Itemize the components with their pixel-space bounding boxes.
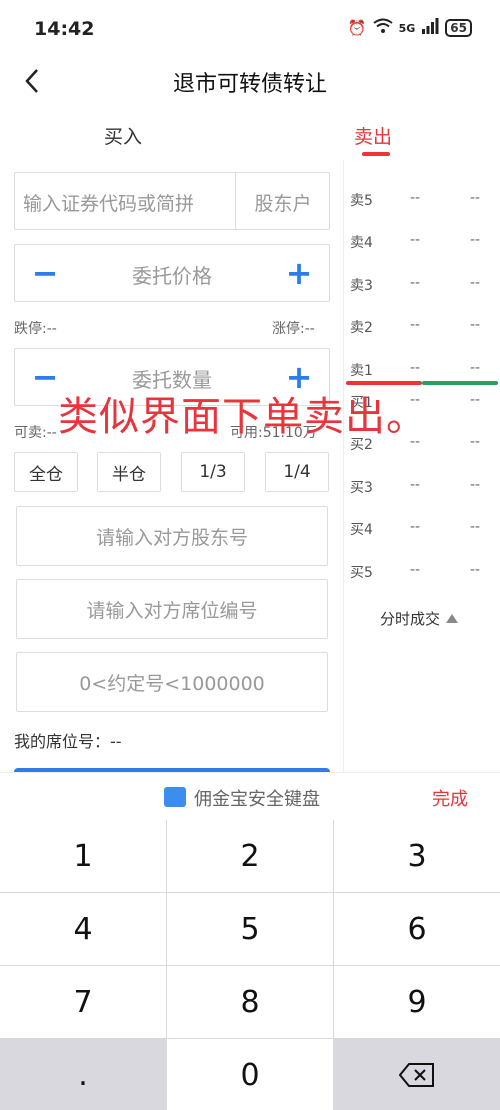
keyboard-title: 佣金宝安全键盘 xyxy=(194,789,320,810)
ob-label: 买4 xyxy=(350,522,373,538)
position-half-button[interactable]: 半仓 xyxy=(97,452,161,492)
my-seat-value: -- xyxy=(110,732,122,751)
keyboard-done-button[interactable]: 完成 xyxy=(432,785,468,811)
bid-bar xyxy=(422,381,498,385)
page-title: 退市可转债转让 xyxy=(172,72,327,97)
order-book-row: 卖2 -- -- xyxy=(350,317,500,337)
ob-price: -- xyxy=(410,360,421,376)
key-5[interactable]: 5 xyxy=(167,893,333,965)
alarm-icon: ⏰ xyxy=(347,19,367,37)
price-input[interactable]: 委托价格 xyxy=(75,260,269,289)
ob-volume: -- xyxy=(470,360,481,376)
order-book-row: 买5 -- -- xyxy=(350,562,500,582)
key-1[interactable]: 1 xyxy=(0,820,166,892)
order-book-row: 买3 -- -- xyxy=(350,477,500,497)
my-seat: 我的席位号：-- xyxy=(14,728,122,752)
price-stepper: − 委托价格 + xyxy=(14,244,330,302)
battery-icon: 65 xyxy=(445,19,472,37)
security-code-input[interactable]: 输入证券代码或简拼 股东户 xyxy=(14,172,330,230)
counterparty-account-input[interactable]: 请输入对方股东号 xyxy=(16,506,328,566)
price-minus-button[interactable]: − xyxy=(25,253,65,293)
position-full-button[interactable]: 全仓 xyxy=(14,452,78,492)
ob-price: -- xyxy=(410,232,421,248)
active-tab-indicator xyxy=(362,152,390,156)
status-icons: ⏰ 5G 65 xyxy=(348,18,472,38)
status-time: 14:42 xyxy=(34,18,95,40)
column-divider xyxy=(343,160,344,772)
limit-down-label: 跌停:-- xyxy=(14,321,57,337)
wifi-icon xyxy=(372,18,393,38)
order-book-row: 卖1 -- -- xyxy=(350,360,500,380)
header: 退市可转债转让 xyxy=(0,58,500,106)
ob-label: 卖3 xyxy=(350,278,373,294)
ob-price: -- xyxy=(410,477,421,493)
status-bar: 14:42 ⏰ 5G 65 xyxy=(0,0,500,58)
trade-tabs: 买入 卖出 xyxy=(0,118,500,158)
position-quarter-button[interactable]: 1/4 xyxy=(265,452,329,492)
key-dot[interactable]: . xyxy=(0,1039,166,1110)
ob-price: -- xyxy=(410,317,421,333)
ob-price: -- xyxy=(410,519,421,535)
ob-price: -- xyxy=(410,562,421,578)
signal-icon xyxy=(421,18,439,38)
keyboard-logo-icon xyxy=(164,787,186,807)
key-7[interactable]: 7 xyxy=(0,966,166,1038)
tab-buy[interactable]: 买入 xyxy=(104,122,142,149)
ob-price: -- xyxy=(410,275,421,291)
ob-volume: -- xyxy=(470,317,481,333)
backspace-key[interactable] xyxy=(334,1039,500,1110)
ob-volume: -- xyxy=(470,190,481,206)
order-book-row: 买4 -- -- xyxy=(350,519,500,539)
key-2[interactable]: 2 xyxy=(167,820,333,892)
ob-label: 卖1 xyxy=(350,363,373,379)
network-type: 5G xyxy=(398,21,416,35)
ob-volume: -- xyxy=(470,519,481,535)
ob-volume: -- xyxy=(470,275,481,291)
counterparty-seat-input[interactable]: 请输入对方席位编号 xyxy=(16,579,328,639)
input-separator xyxy=(235,173,236,229)
key-3[interactable]: 3 xyxy=(334,820,500,892)
numeric-keyboard: 1 2 3 4 5 6 7 8 9 . 0 xyxy=(0,820,500,1110)
tab-sell[interactable]: 卖出 xyxy=(354,122,392,149)
key-0[interactable]: 0 xyxy=(167,1039,333,1110)
my-seat-label: 我的席位号： xyxy=(14,732,111,751)
order-book-row: 卖5 -- -- xyxy=(350,190,500,210)
backspace-icon xyxy=(399,1063,434,1087)
keyboard-bar: 佣金宝安全键盘 完成 xyxy=(0,772,500,820)
limit-up-label: 涨停:-- xyxy=(272,321,315,337)
price-plus-button[interactable]: + xyxy=(279,253,319,293)
ob-volume: -- xyxy=(470,562,481,578)
security-code-placeholder: 输入证券代码或简拼 xyxy=(23,193,195,215)
ob-label: 卖5 xyxy=(350,193,373,209)
triangle-up-icon xyxy=(446,614,459,623)
ob-volume: -- xyxy=(470,434,481,450)
key-8[interactable]: 8 xyxy=(167,966,333,1038)
sellable-label: 可卖:-- xyxy=(14,425,57,441)
ob-label: 买3 xyxy=(350,480,373,496)
ob-price: -- xyxy=(410,190,421,206)
position-third-button[interactable]: 1/3 xyxy=(181,452,245,492)
order-book-row: 卖3 -- -- xyxy=(350,275,500,295)
ob-label: 卖2 xyxy=(350,320,373,336)
tick-trades-label: 分时成交 xyxy=(380,610,441,628)
annotation-text: 类似界面下单卖出。 xyxy=(58,394,427,440)
key-4[interactable]: 4 xyxy=(0,893,166,965)
shareholder-account-select[interactable]: 股东户 xyxy=(237,189,329,216)
ob-volume: -- xyxy=(470,232,481,248)
ob-volume: -- xyxy=(470,392,481,408)
key-9[interactable]: 9 xyxy=(334,966,500,1038)
ob-label: 卖4 xyxy=(350,235,373,251)
ob-label: 买5 xyxy=(350,565,373,581)
tick-trades-toggle[interactable]: 分时成交 xyxy=(380,608,459,629)
agreement-number-input[interactable]: 0<约定号<1000000 xyxy=(16,652,328,712)
ob-volume: -- xyxy=(470,477,481,493)
key-6[interactable]: 6 xyxy=(334,893,500,965)
order-book-row: 卖4 -- -- xyxy=(350,232,500,252)
